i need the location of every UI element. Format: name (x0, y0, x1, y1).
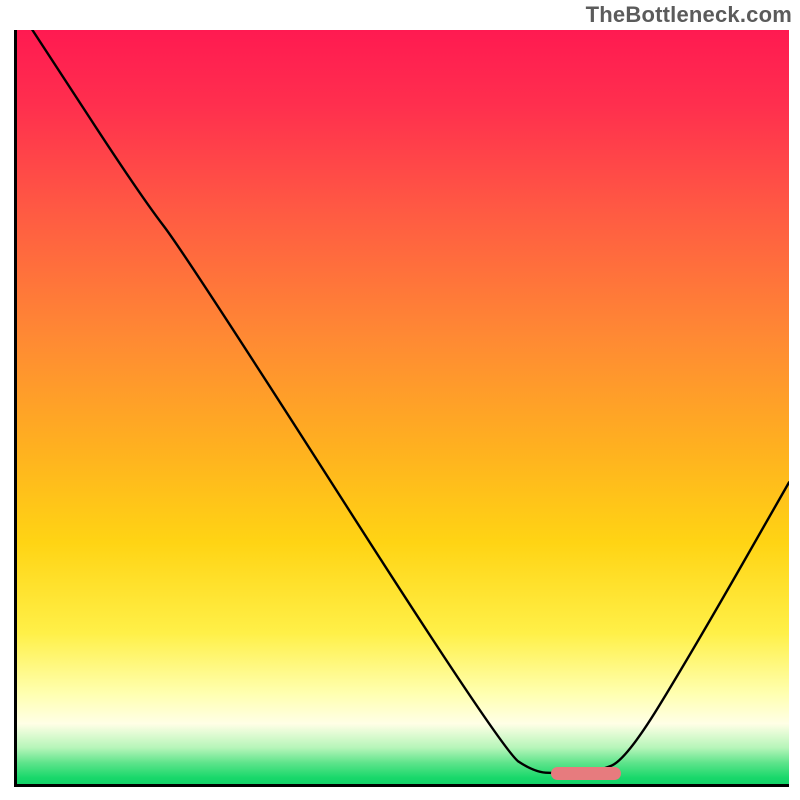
optimal-range-marker (551, 767, 621, 780)
watermark-text: TheBottleneck.com (586, 2, 792, 28)
bottleneck-curve (32, 30, 789, 773)
bottleneck-chart: TheBottleneck.com (0, 0, 800, 800)
plot-area (14, 30, 789, 787)
curve-svg (17, 30, 789, 784)
